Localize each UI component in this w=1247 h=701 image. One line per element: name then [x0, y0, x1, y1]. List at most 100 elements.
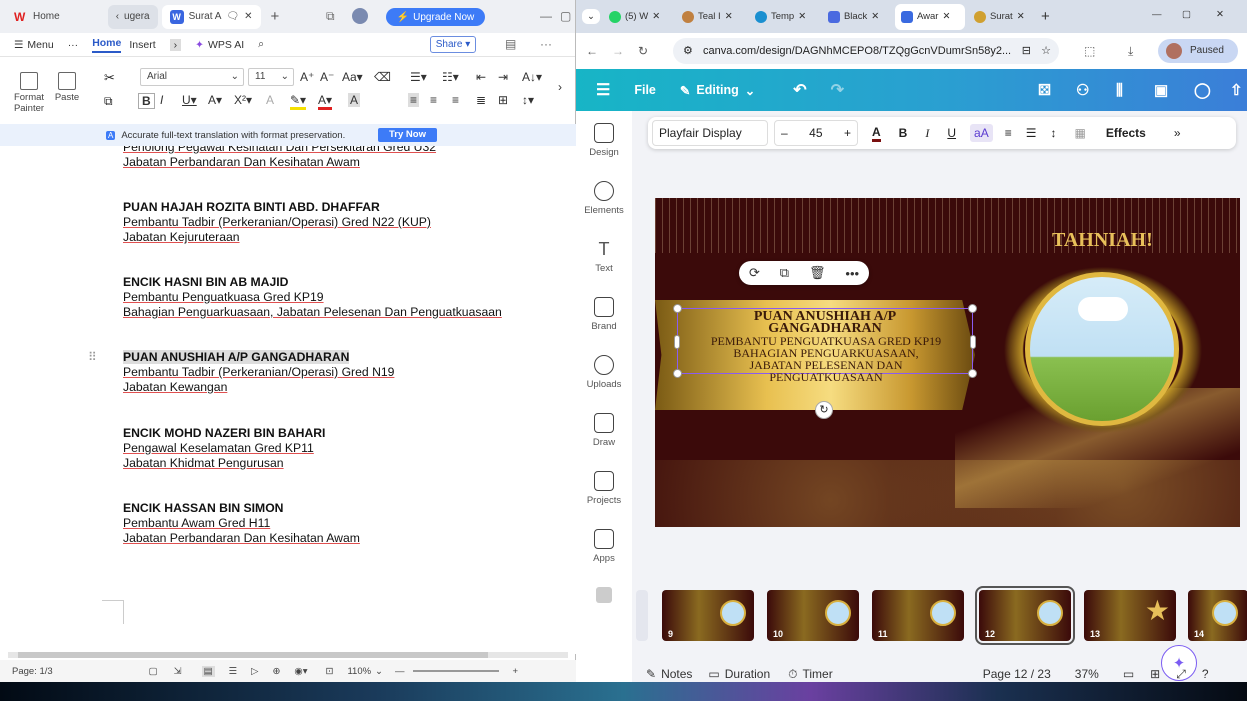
hamburger-icon[interactable]: ☰ — [596, 80, 610, 100]
selected-textbox[interactable]: PUAN ANUSHIAH A/P GANGADHARAN PEMBANTU P… — [673, 304, 977, 383]
outline-view-icon[interactable]: ☰ — [229, 666, 238, 677]
ribbon-scroll-icon[interactable]: › — [558, 80, 562, 94]
tab-temp[interactable]: Temp ✕ — [749, 4, 819, 30]
sidebar-extra-icon[interactable] — [596, 587, 612, 603]
reload-icon[interactable]: ↻ — [638, 44, 648, 58]
sidebar-item-projects[interactable]: Projects — [587, 471, 621, 517]
duplicate-icon[interactable]: ⧉ — [780, 265, 789, 281]
chevron-down-icon[interactable]: ⌄ — [745, 83, 755, 98]
menu-tab-home[interactable]: Home — [92, 37, 122, 53]
page-thumbnail[interactable]: 9 — [662, 590, 754, 641]
maximize-icon[interactable]: ▢ — [560, 9, 571, 23]
sort-icon[interactable]: A↓▾ — [522, 70, 542, 84]
document-page[interactable]: Penolong Pegawai Kesihatan Dan Persekita… — [0, 146, 576, 654]
comments-icon[interactable]: ◯ — [1194, 81, 1211, 99]
numbering-icon[interactable]: ☷▾ — [442, 70, 459, 84]
editing-mode-button[interactable]: Editing — [696, 83, 738, 97]
list-icon[interactable]: ☰ — [1026, 126, 1037, 140]
menu-tab-insert[interactable]: Insert — [129, 39, 155, 51]
font-family-select[interactable]: Playfair Display — [652, 120, 768, 146]
share-page-icon[interactable]: ⊟ — [1022, 38, 1031, 64]
rotate-handle-icon[interactable]: ↻ — [815, 401, 833, 419]
close-icon[interactable]: ✕ — [942, 11, 950, 22]
page-thumbnail[interactable]: ★ 13 — [1084, 590, 1176, 641]
chevron-down-icon[interactable]: ⌄ — [375, 666, 383, 677]
close-icon[interactable]: ✕ — [725, 11, 733, 22]
wps-tab-surat[interactable]: W Surat A 🗨 ✕ — [161, 4, 261, 29]
tab-surat[interactable]: Surat ✕ — [968, 4, 1038, 30]
help-icon[interactable]: ? — [1202, 667, 1209, 681]
bullets-icon[interactable]: ☰▾ — [410, 70, 427, 84]
zoom-out-icon[interactable]: — — [395, 666, 405, 677]
sidebar-item-apps[interactable]: Apps — [593, 529, 615, 575]
timer-button[interactable]: Timer — [803, 667, 833, 681]
undo-icon[interactable]: ↶ — [793, 80, 806, 100]
line-spacing-icon[interactable]: ↕▾ — [522, 93, 534, 107]
font-size-value[interactable]: 45 — [809, 126, 822, 140]
notes-button[interactable]: Notes — [661, 667, 692, 681]
superscript-icon[interactable]: X²▾ — [234, 93, 252, 107]
spacing-icon[interactable]: ↕ — [1050, 126, 1056, 140]
fit-page-icon[interactable]: ⊡ — [325, 666, 333, 677]
site-info-icon[interactable]: ⚙ — [683, 38, 693, 64]
resize-handle[interactable] — [673, 304, 682, 313]
close-icon[interactable]: ✕ — [871, 11, 879, 22]
justify-icon[interactable]: ≣ — [476, 93, 486, 107]
resize-handle[interactable] — [673, 369, 682, 378]
upload-share-icon[interactable]: ⇧ — [1230, 81, 1243, 99]
strikethrough-icon[interactable]: A▾ — [208, 93, 222, 107]
try-now-button[interactable]: Try Now — [378, 128, 437, 142]
page-thumbnail-selected[interactable]: 12 — [975, 586, 1075, 645]
more-icon[interactable]: ••• — [845, 266, 859, 281]
design-canvas[interactable]: TAHNIAH! ⟳ ⧉ 🗑 ••• PUAN ANUSHIAH A/P GAN… — [655, 198, 1240, 527]
char-shading-icon[interactable]: A — [348, 93, 361, 107]
web-view-icon[interactable]: ⊕ — [272, 666, 280, 677]
transparency-icon[interactable]: ▦ — [1074, 126, 1085, 140]
sidebar-item-draw[interactable]: Draw — [593, 413, 615, 459]
close-icon[interactable]: ✕ — [1017, 11, 1025, 22]
distributed-icon[interactable]: ⊞ — [498, 93, 508, 107]
align-center-icon[interactable]: ≡ — [1005, 126, 1012, 140]
align-right-icon[interactable]: ≡ — [452, 93, 459, 107]
magic-switch-icon[interactable]: ⚄ — [1038, 81, 1051, 99]
zoom-slider[interactable] — [412, 670, 499, 672]
wps-tab-home[interactable]: W Home — [6, 5, 68, 29]
drag-handle-icon[interactable]: ⠿ — [88, 350, 97, 364]
back-icon[interactable]: ← — [586, 44, 598, 58]
eye-icon[interactable]: ◉▾ — [294, 666, 307, 677]
thumbnail-partial[interactable] — [636, 590, 648, 641]
slide-view-icon[interactable]: ▭ — [1123, 667, 1134, 681]
increase-indent-icon[interactable]: ⇥ — [498, 70, 508, 84]
url-field[interactable]: ⚙ canva.com/design/DAGNhMCEPO8/TZQgGcnVDu… — [673, 38, 1059, 64]
zoom-in-icon[interactable]: + — [513, 666, 519, 677]
font-size-stepper[interactable]: – 45 + — [774, 120, 858, 146]
tab-teal[interactable]: Teal I ✕ — [676, 4, 746, 30]
close-window-icon[interactable]: ✕ — [1216, 9, 1224, 20]
decrease-size-icon[interactable]: – — [781, 126, 788, 140]
paste-button[interactable]: Paste — [48, 72, 86, 122]
search-icon[interactable]: ⌕ — [258, 38, 264, 51]
menu-item-more[interactable]: ··· — [68, 39, 79, 51]
increase-font-icon[interactable]: A⁺ — [300, 70, 314, 84]
download-icon[interactable]: ⤓ — [1128, 44, 1133, 59]
text-color-icon[interactable]: A — [872, 125, 881, 142]
resize-handle[interactable] — [968, 369, 977, 378]
window-count-icon[interactable]: ⧉ — [326, 9, 335, 24]
tab-whatsapp[interactable]: (5) W ✕ — [603, 4, 673, 30]
italic-icon[interactable]: I — [925, 126, 929, 141]
change-case-icon[interactable]: Aa▾ — [342, 70, 363, 84]
sidebar-item-uploads[interactable]: Uploads — [587, 355, 621, 401]
align-left-icon[interactable]: ≡ — [408, 93, 420, 107]
resize-handle[interactable] — [968, 304, 977, 313]
increase-size-icon[interactable]: + — [844, 126, 851, 140]
export-icon[interactable]: ⇲ — [174, 666, 182, 677]
tab-award[interactable]: Awar ✕ — [894, 3, 965, 30]
bold-icon[interactable]: B — [899, 126, 908, 140]
file-menu[interactable]: File — [634, 83, 656, 97]
photo-frame[interactable] — [1025, 272, 1179, 426]
fullscreen-icon[interactable]: ⤢ — [1176, 667, 1186, 682]
extensions-icon[interactable]: ⬚ — [1084, 44, 1095, 58]
decrease-font-icon[interactable]: A⁻ — [320, 70, 334, 84]
close-icon[interactable]: ✕ — [798, 11, 806, 22]
font-size-select[interactable]: 11 ⌄ — [248, 68, 294, 86]
